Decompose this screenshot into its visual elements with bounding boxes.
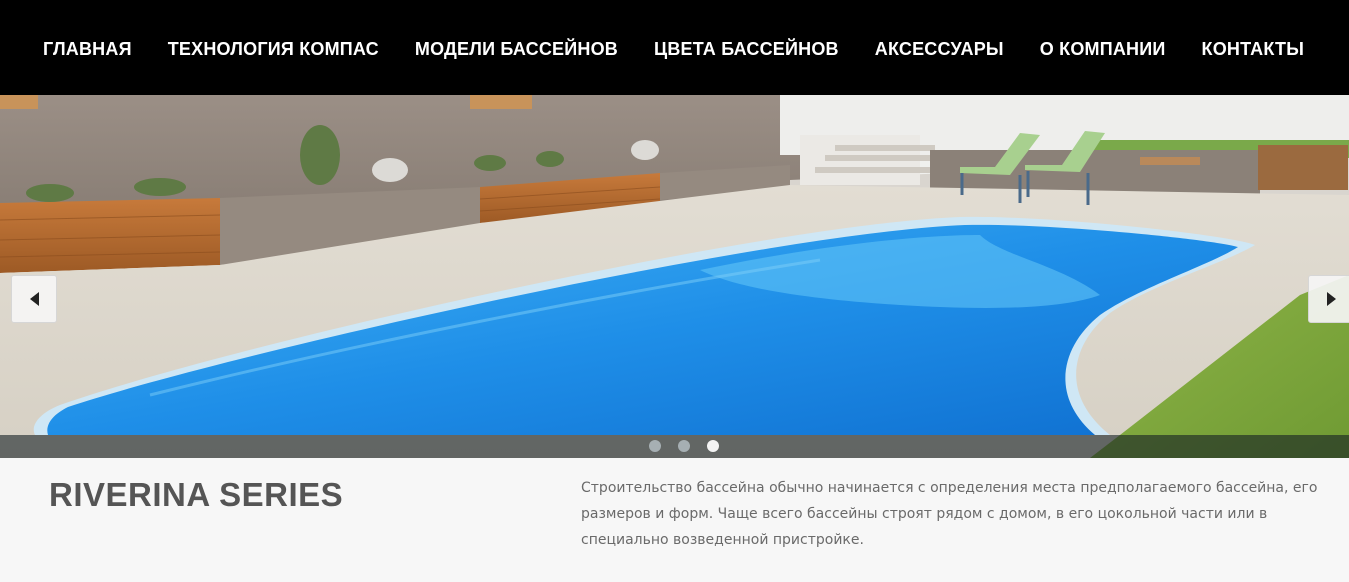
image-slider [0,95,1349,458]
series-description: Строительство бассейна обычно начинается… [581,480,1318,548]
slider-dot-3-active[interactable] [707,440,719,452]
nav-item-contacts[interactable]: КОНТАКТЫ [1202,36,1305,62]
nav-item-about[interactable]: О КОМПАНИИ [1040,36,1166,62]
slider-dots [649,440,736,452]
triangle-left-icon [29,292,39,306]
nav-item-pool-colors[interactable]: ЦВЕТА БАССЕЙНОВ [654,36,839,62]
nav-item-accessories[interactable]: АКСЕССУАРЫ [875,36,1004,62]
slider-prev-button[interactable] [11,275,57,323]
series-info: RIVERINA SERIES Строительство бассейна о… [0,458,1349,582]
slider-next-button[interactable] [1308,275,1349,323]
nav-item-pool-models[interactable]: МОДЕЛИ БАССЕЙНОВ [415,36,618,62]
slider-dot-2[interactable] [678,440,690,452]
slide-image-pool [0,95,1349,458]
slider-pagination-bar [0,435,1349,458]
nav-item-home[interactable]: ГЛАВНАЯ [43,36,132,62]
nav-menu: ГЛАВНАЯ ТЕХНОЛОГИЯ КОМПАС МОДЕЛИ БАССЕЙН… [25,36,1322,62]
main-navigation: ГЛАВНАЯ ТЕХНОЛОГИЯ КОМПАС МОДЕЛИ БАССЕЙН… [0,0,1349,95]
triangle-right-icon [1326,292,1336,306]
slider-dot-1[interactable] [649,440,661,452]
series-title: RIVERINA SERIES [49,476,344,513]
nav-item-technology[interactable]: ТЕХНОЛОГИЯ КОМПАС [168,36,379,62]
